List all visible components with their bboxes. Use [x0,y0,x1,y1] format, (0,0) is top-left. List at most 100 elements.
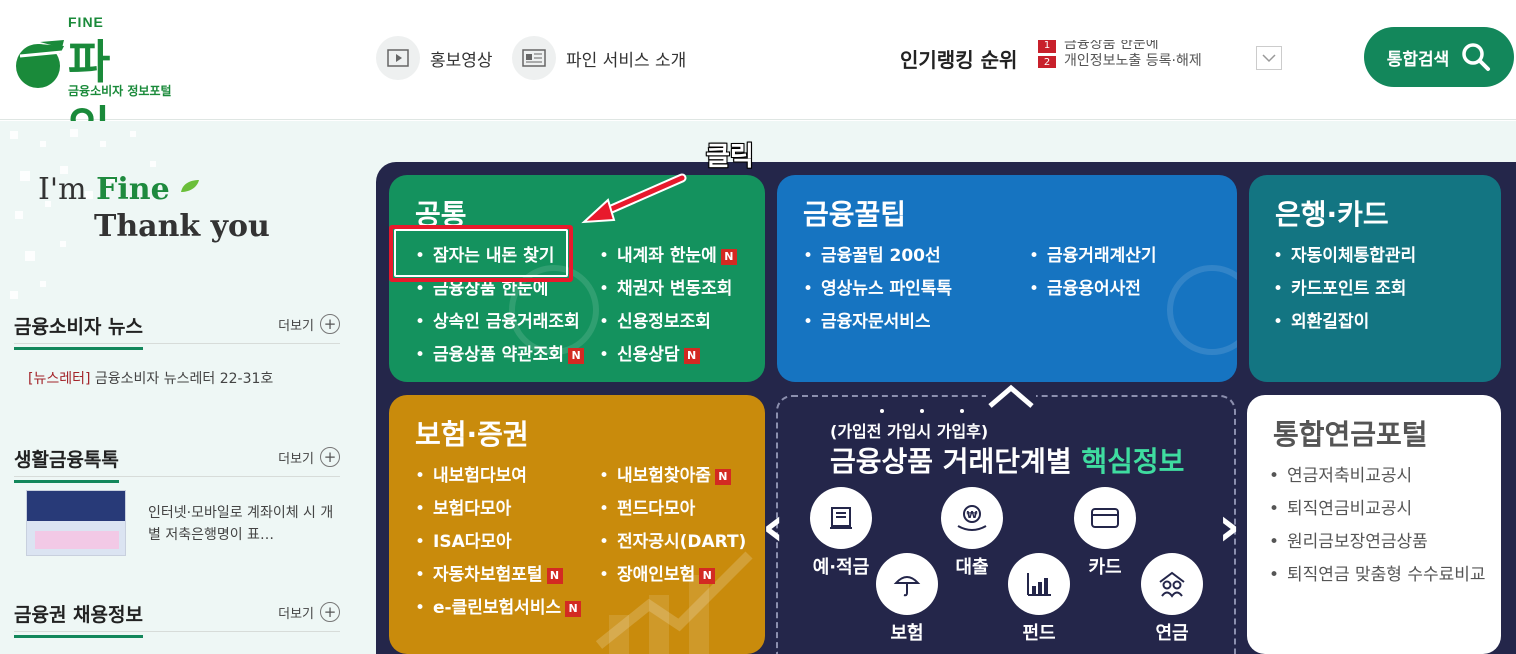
news-item-text: 금융소비자 뉴스레터 22-31호 [94,371,274,387]
ranking-item[interactable]: 1 금융상품 한눈에 [1038,40,1248,53]
play-icon [376,36,420,80]
site-header: FINE 파 인 금융소비자 정보포털 홍보영상 파인 서비스 소개 인기랭킹 … [0,0,1516,155]
retirement-fee-compare-link[interactable]: 퇴직연금 맞춤형 수수료비교 [1269,560,1486,585]
logo-subtitle: 금융소비자 정보포털 [68,84,172,98]
stage-subtitle: (가입전 가입시 가입후) [830,422,989,441]
next-arrow-icon[interactable]: › [1218,500,1240,554]
e-clean-insurance-link[interactable]: e-클린보험서비스N [415,593,582,618]
finance-jobs-section: 금융권 채용정보 더보기 + [14,596,340,638]
loan-icon: ₩ [941,487,1003,549]
retirement-pension-compare-link[interactable]: 퇴직연금비교공시 [1269,494,1412,519]
leaf-icon [181,180,200,192]
chart-arrow-decor [595,551,753,654]
video-news-link[interactable]: 영상뉴스 파인톡톡 [803,274,952,299]
deposit-icon [810,487,872,549]
bank-card-title: 은행·카드 [1275,198,1389,231]
calculator-link[interactable]: 금융거래계산기 [1029,241,1156,266]
my-accounts-link[interactable]: 내계좌 한눈에N [599,241,737,266]
elderly-couple-icon [1141,553,1203,615]
heir-transaction-inquiry-link[interactable]: 상속인 금융거래조회 [415,307,580,332]
new-badge: N [720,249,737,265]
plus-icon: + [320,447,340,467]
credit-counseling-link[interactable]: 신용상담N [599,340,700,365]
isa-compare-link[interactable]: ISA다모아 [415,527,512,552]
talk-item-text[interactable]: 인터넷·모바일로 계좌이체 시 개별 저축은행명이 표… [148,502,334,546]
tips-200-link[interactable]: 금융꿀팁 200선 [803,241,941,266]
find-my-insurance-link[interactable]: 내보험찾아줌N [599,461,731,486]
new-badge: N [546,568,563,584]
chevron-up-icon[interactable] [986,380,1036,410]
chevron-down-icon [1262,54,1276,63]
my-insurance-link[interactable]: 내보험다보여 [415,461,527,486]
plus-icon: + [320,602,340,622]
fund-button[interactable]: 펀드 [1008,553,1070,645]
insurance-securities-title: 보험·증권 [415,418,529,451]
stage-title: 금융상품 거래단계별 핵심정보 [830,445,1185,478]
popular-ranking-title: 인기랭킹 순위 [900,48,1018,72]
insurance-compare-link[interactable]: 보험다모아 [415,494,511,519]
umbrella-icon [876,553,938,615]
new-badge: N [714,469,731,485]
credit-card-icon [1074,487,1136,549]
news-item[interactable]: [뉴스레터] 금융소비자 뉴스레터 22-31호 [28,368,273,388]
new-badge: N [565,601,582,617]
bank-card-card: 은행·카드 자동이체통합관리 카드포인트 조회 외환길잡이 [1249,175,1501,382]
pointer-arrow [581,173,687,224]
terms-inquiry-link[interactable]: 금융상품 약관조회N [415,340,585,365]
deposit-savings-button[interactable]: 예·적금 [810,487,872,579]
glossary-link[interactable]: 금융용어사전 [1029,274,1141,299]
integrated-search-button[interactable]: 통합검색 [1364,27,1514,87]
tagline-thank-you: Thank you [94,209,270,244]
search-icon [1462,43,1491,71]
loan-button[interactable]: ₩ 대출 [941,487,1003,579]
guaranteed-pension-link[interactable]: 원리금보장연금상품 [1269,527,1428,552]
auto-transfer-link[interactable]: 자동이체통합관리 [1273,241,1416,266]
document-icon [512,36,556,80]
disability-insurance-link[interactable]: 장애인보험N [599,560,716,585]
new-badge: N [699,568,716,584]
tagline-fine-word: Fine [96,172,170,207]
life-finance-talk-more-button[interactable]: 더보기 + [278,447,340,467]
finance-tips-card: 금융꿀팁 금융꿀팁 200선 영상뉴스 파인톡톡 금융자문서비스 금융거래계산기… [777,175,1237,382]
insurance-button[interactable]: 보험 [876,553,938,645]
search-label: 통합검색 [1386,49,1450,70]
card-points-link[interactable]: 카드포인트 조회 [1273,274,1406,299]
dart-link[interactable]: 전자공시(DART) [599,527,746,552]
consumer-news-title: 금융소비자 뉴스 [14,312,143,350]
pension-portal-title[interactable]: 통합연금포털 [1273,413,1428,453]
consumer-news-section: 금융소비자 뉴스 더보기 + [14,308,340,350]
finance-tips-title: 금융꿀팁 [803,198,907,231]
ranking-dropdown-button[interactable] [1256,46,1282,70]
highlight-box-inner [394,229,568,277]
forex-guide-link[interactable]: 외환길잡이 [1273,307,1369,332]
plus-icon: + [320,314,340,334]
pension-button[interactable]: 연금 [1141,553,1203,645]
new-badge: N [683,348,700,364]
ranking-ticker[interactable]: 1 금융상품 한눈에 2 개인정보노출 등록·해제 [1038,40,1248,68]
pension-portal-card: 통합연금포털 연금저축비교공시 퇴직연금비교공시 원리금보장연금상품 퇴직연금 … [1247,395,1501,654]
promo-video-label: 홍보영상 [430,50,493,71]
life-finance-talk-section: 생활금융톡톡 더보기 + [14,441,340,483]
prev-arrow-icon[interactable]: ‹ [762,500,784,554]
fine-logo-mark-icon [16,40,64,88]
newsletter-tag: [뉴스레터] [28,371,91,387]
card-button[interactable]: 카드 [1074,487,1136,579]
fine-logo[interactable]: FINE 파 인 금융소비자 정보포털 [12,12,192,155]
finance-jobs-title: 금융권 채용정보 [14,600,143,638]
service-intro-label: 파인 서비스 소개 [566,50,687,71]
pension-savings-compare-link[interactable]: 연금저축비교공시 [1269,461,1412,486]
finance-jobs-more-button[interactable]: 더보기 + [278,602,340,622]
car-insurance-link[interactable]: 자동차보험포털N [415,560,563,585]
bar-chart-icon [1008,553,1070,615]
svg-text:₩: ₩ [966,510,977,521]
click-annotation-label: 클릭 [705,141,755,173]
promo-video-button[interactable]: 홍보영상 [376,36,493,80]
advisory-service-link[interactable]: 금융자문서비스 [803,307,930,332]
creditor-change-link[interactable]: 채권자 변동조회 [599,274,732,299]
fund-compare-link[interactable]: 펀드다모아 [599,494,695,519]
service-intro-button[interactable]: 파인 서비스 소개 [512,36,686,80]
talk-thumbnail[interactable] [26,490,126,556]
ranking-item[interactable]: 2 개인정보노출 등록·해제 [1038,53,1248,68]
consumer-news-more-button[interactable]: 더보기 + [278,314,340,334]
credit-info-link[interactable]: 신용정보조회 [599,307,711,332]
